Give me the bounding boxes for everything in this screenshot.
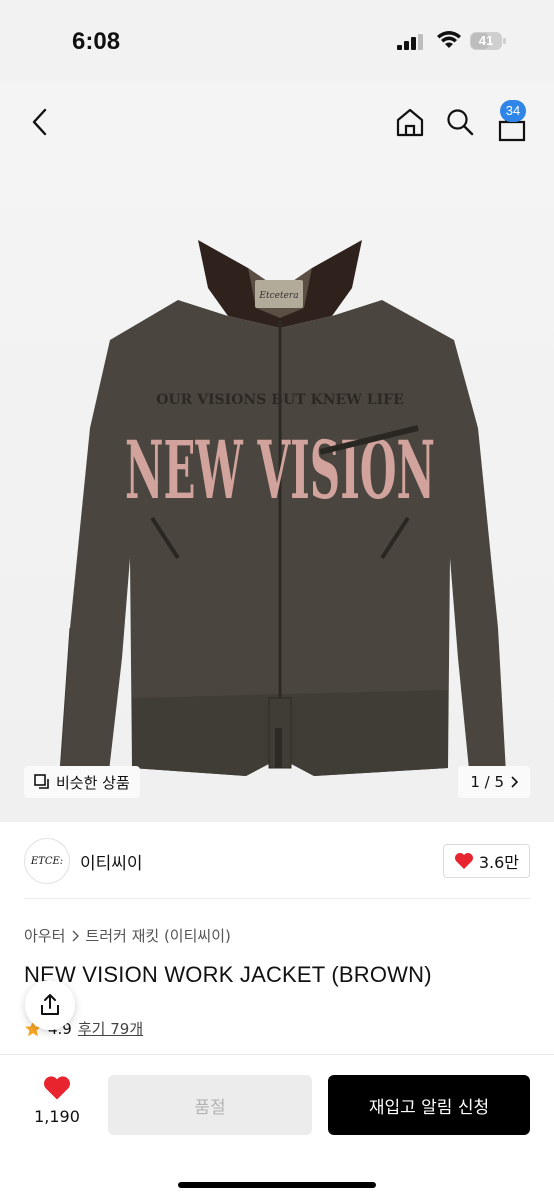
cart-button[interactable]: 34 xyxy=(492,100,532,142)
home-button[interactable] xyxy=(390,102,430,142)
brand-row: ETCE: 이티씨이 3.6만 xyxy=(0,838,554,898)
breadcrumb-category[interactable]: 아우터 xyxy=(24,925,65,946)
product-title: NEW VISION WORK JACKET (BROWN) xyxy=(24,962,432,987)
wishlist-count: 1,190 xyxy=(34,1107,80,1126)
battery-icon: 41 xyxy=(470,32,508,50)
similar-products-label: 비슷한 상품 xyxy=(56,773,130,792)
brand-logo-text: ETCE: xyxy=(30,855,64,867)
status-time: 6:08 xyxy=(72,28,121,55)
wishlist-button[interactable]: 1,190 xyxy=(32,1075,82,1126)
cellular-signal-icon xyxy=(397,34,423,50)
print-top-text: OUR VISIONS BUT KNEW LIFE xyxy=(156,392,404,408)
soldout-button[interactable]: 품절 xyxy=(108,1075,312,1135)
heart-icon xyxy=(454,853,473,869)
breadcrumb: 아우터 트러커 재킷 (이티씨이) xyxy=(24,925,231,946)
image-pager-label: 1 / 5 xyxy=(470,773,504,791)
home-indicator xyxy=(178,1182,376,1188)
share-button[interactable] xyxy=(25,980,75,1030)
home-icon xyxy=(396,108,424,137)
chevron-right-icon xyxy=(511,776,518,788)
restock-alert-button[interactable]: 재입고 알림 신청 xyxy=(328,1075,530,1135)
reviews-link[interactable]: 후기 79개 xyxy=(78,1018,143,1039)
divider xyxy=(24,898,530,899)
image-pager[interactable]: 1 / 5 xyxy=(458,766,530,798)
breadcrumb-subcategory[interactable]: 트러커 재킷 (이티씨이) xyxy=(85,925,230,946)
similar-products-button[interactable]: 비슷한 상품 xyxy=(24,766,140,798)
status-bar: 6:08 41 xyxy=(0,0,554,82)
back-button[interactable] xyxy=(20,102,60,142)
battery-level: 41 xyxy=(478,33,494,48)
product-photo: Etcetera OUR VISIONS BUT KNEW LIFE NEW V… xyxy=(59,240,506,780)
search-button[interactable] xyxy=(440,102,480,142)
chevron-right-icon xyxy=(72,930,80,941)
share-icon xyxy=(41,994,59,1015)
chevron-left-icon xyxy=(32,108,47,136)
copy-icon xyxy=(34,774,49,789)
brand-logo[interactable]: ETCE: xyxy=(24,838,70,884)
brand-like-count: 3.6만 xyxy=(478,853,519,872)
wifi-icon xyxy=(437,31,461,48)
heart-icon xyxy=(44,1076,70,1100)
collar-tag-text: Etcetera xyxy=(258,291,298,301)
search-icon xyxy=(447,109,474,136)
brand-like-button[interactable]: 3.6만 xyxy=(442,844,530,878)
product-image-carousel[interactable]: 34 Etcetera OUR VISIONS BUT KNEW LIFE NE… xyxy=(0,82,554,822)
brand-name[interactable]: 이티씨이 xyxy=(80,849,143,874)
cart-count-badge: 34 xyxy=(500,100,526,122)
bottom-action-bar: 1,190 품절 재입고 알림 신청 xyxy=(0,1054,554,1201)
